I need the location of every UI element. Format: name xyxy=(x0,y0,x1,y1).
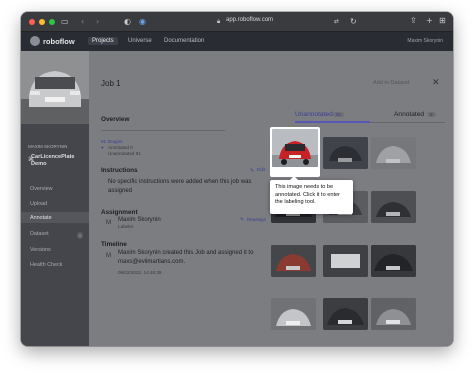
project-thumbnail xyxy=(21,51,89,124)
timeline-heading: Timeline xyxy=(101,241,127,248)
privacy-shield-icon[interactable]: ◐ xyxy=(124,18,131,26)
red-car-thumbnail[interactable] xyxy=(272,129,318,167)
unannotated-count: Unannotated 91 xyxy=(108,151,141,156)
instructions-heading: Instructions xyxy=(101,167,138,174)
address-bar[interactable]: app.roboflow.com xyxy=(226,17,273,23)
annotated-dot-icon: ● xyxy=(101,145,104,150)
image-thumbnail[interactable] xyxy=(271,245,316,277)
image-thumbnail[interactable] xyxy=(371,191,416,223)
nav-projects[interactable]: Projects xyxy=(88,37,118,45)
sidebar-item-annotate[interactable]: Annotate xyxy=(30,215,52,221)
timeline-text: Maxim Skorynin created this Job and assi… xyxy=(118,250,254,265)
active-tab-indicator xyxy=(295,121,370,123)
browser-toolbar: ▭ ‹ › ◐ ◉ 🔒︎ app.roboflow.com ⇄ ↻ ⇪ + ⊞ xyxy=(21,12,453,32)
tooltip-text: This image needs to be annotated. Click … xyxy=(275,184,340,205)
tab-overview-icon[interactable]: ⊞ xyxy=(439,17,446,25)
image-thumbnail[interactable] xyxy=(371,137,416,169)
reassign-button[interactable]: Reassign xyxy=(247,217,266,222)
unannotated-count-badge: 91 xyxy=(333,112,345,117)
timeline-avatar: M xyxy=(106,253,111,259)
user-menu[interactable]: Maxim Skorynin xyxy=(407,38,443,44)
translate-icon[interactable]: ⇄ xyxy=(334,18,339,26)
highlighted-image-card[interactable] xyxy=(270,127,320,177)
job-title: Job 1 xyxy=(101,79,121,88)
logo-text[interactable]: roboflow xyxy=(43,37,75,46)
nav-documentation[interactable]: Documentation xyxy=(160,37,208,45)
image-thumbnail[interactable] xyxy=(323,245,368,277)
minimize-window-button[interactable] xyxy=(39,19,45,25)
instructions-text: No specific instructions were added when… xyxy=(108,179,252,194)
annotate-tooltip: This image needs to be annotated. Click … xyxy=(270,176,353,214)
timeline-date: 06/02/2022, 14:46:39 xyxy=(118,270,162,275)
sidebar-item-versions[interactable]: Versions xyxy=(30,247,51,253)
tab-annotated[interactable]: Annotated xyxy=(394,111,424,118)
image-thumbnail[interactable] xyxy=(323,298,368,330)
close-window-button[interactable] xyxy=(29,19,35,25)
project-name[interactable]: CarLicencePlate Demo xyxy=(31,154,86,168)
sidebar-item-upload[interactable]: Upload xyxy=(30,201,47,207)
edit-icon[interactable]: ✎ xyxy=(250,167,254,175)
sidebar-item-dataset[interactable]: Dataset xyxy=(30,231,49,237)
forward-icon[interactable]: › xyxy=(96,18,99,26)
assignment-heading: Assignment xyxy=(101,209,138,216)
extension-icon[interactable]: ◉ xyxy=(139,18,146,26)
share-icon[interactable]: ⇪ xyxy=(410,17,417,25)
avatar: M xyxy=(106,220,111,226)
zoom-window-button[interactable] xyxy=(49,19,55,25)
close-icon[interactable]: ✕ xyxy=(432,77,440,88)
image-thumbnail[interactable] xyxy=(271,298,316,330)
workspace-name[interactable]: MAXIM SKORYNIN xyxy=(28,144,67,149)
divider xyxy=(101,130,225,131)
tab-unannotated[interactable]: Unannotated xyxy=(295,111,333,118)
sidebar-item-overview[interactable]: Overview xyxy=(30,186,52,192)
add-to-dataset-button[interactable]: Add to Dataset xyxy=(373,80,409,86)
dataset-count-badge: 0 xyxy=(77,232,84,239)
lock-icon: 🔒︎ xyxy=(217,18,221,25)
assignee-role: Labeler xyxy=(118,224,134,229)
project-sidebar: MAXIM SKORYNIN ⌘ CarLicencePlate Demo Ov… xyxy=(21,51,89,346)
edit-instructions-button[interactable]: Edit xyxy=(257,167,265,172)
reassign-icon[interactable]: ✎ xyxy=(240,216,244,224)
sidebar-toggle-icon[interactable]: ▭ xyxy=(61,18,69,26)
image-thumbnail[interactable] xyxy=(323,137,368,169)
nav-universe[interactable]: Universe xyxy=(124,37,156,45)
browser-window: ▭ ‹ › ◐ ◉ 🔒︎ app.roboflow.com ⇄ ↻ ⇪ + ⊞ … xyxy=(21,12,453,346)
app-navbar: roboflow Projects Universe Documentation… xyxy=(21,32,453,51)
annotated-count-badge: 0 xyxy=(427,112,436,117)
image-thumbnail[interactable] xyxy=(371,245,416,277)
sidebar-item-health-check[interactable]: Health Check xyxy=(30,262,62,268)
reload-icon[interactable]: ↻ xyxy=(350,18,357,26)
overview-heading: Overview xyxy=(101,116,130,123)
new-tab-icon[interactable]: + xyxy=(426,17,433,25)
image-thumbnail[interactable] xyxy=(371,298,416,330)
back-icon[interactable]: ‹ xyxy=(81,18,84,26)
roboflow-logo-icon[interactable] xyxy=(30,36,40,46)
